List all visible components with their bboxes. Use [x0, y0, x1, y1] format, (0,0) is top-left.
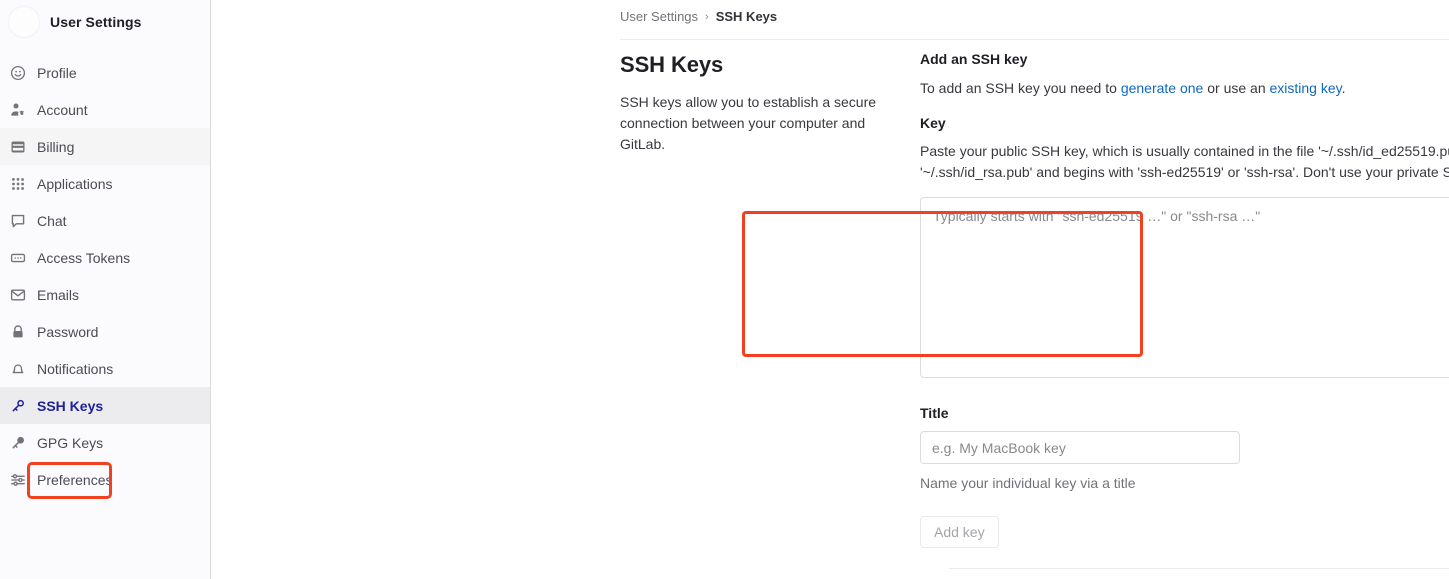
settings-sidebar: User Settings Profile Account Billing Ap… [0, 0, 211, 579]
sidebar-item-preferences[interactable]: Preferences [0, 461, 210, 498]
sidebar-item-access-tokens[interactable]: Access Tokens [0, 239, 210, 276]
chevron-right-icon: › [705, 10, 709, 23]
breadcrumb: User Settings › SSH Keys [620, 9, 777, 24]
key-title-input[interactable] [920, 431, 1240, 464]
add-key-intro-middle: or use an [1203, 80, 1270, 96]
add-key-section-title: Add an SSH key [920, 51, 1028, 67]
sidebar-item-label: Access Tokens [37, 249, 131, 266]
emails-icon [10, 287, 26, 303]
settings-nav: Profile Account Billing Applications Cha… [0, 54, 210, 498]
key-field-help: Paste your public SSH key, which is usua… [920, 143, 1449, 180]
sidebar-title: User Settings [50, 14, 142, 30]
billing-icon [10, 139, 26, 155]
sidebar-item-label: Chat [37, 212, 67, 229]
sidebar-item-billing[interactable]: Billing [0, 128, 210, 165]
sidebar-item-label: SSH Keys [37, 397, 104, 414]
sidebar-item-password[interactable]: Password [0, 313, 210, 350]
sidebar-item-profile[interactable]: Profile [0, 54, 210, 91]
header-divider [620, 39, 1449, 40]
ssh-keys-icon [10, 398, 26, 414]
sidebar-item-label: Notifications [37, 360, 114, 377]
applications-icon [10, 176, 26, 192]
add-key-intro: To add an SSH key you need to generate o… [920, 78, 1449, 99]
sidebar-item-applications[interactable]: Applications [0, 165, 210, 202]
main-content: User Settings › SSH Keys SSH Keys SSH ke… [211, 0, 1449, 579]
password-icon [10, 324, 26, 340]
sidebar-item-label: Emails [37, 286, 80, 303]
account-icon [10, 102, 26, 118]
chat-icon [10, 213, 26, 229]
sidebar-item-label: Applications [37, 175, 113, 192]
page-title: SSH Keys [620, 52, 724, 77]
breadcrumb-parent[interactable]: User Settings [620, 9, 698, 24]
preferences-icon [10, 472, 26, 488]
gpg-keys-icon [10, 435, 26, 451]
generate-one-link[interactable]: generate one [1121, 80, 1204, 96]
existing-key-link[interactable]: existing key [1270, 80, 1342, 96]
profile-icon [10, 65, 26, 81]
user-settings-page: User Settings Profile Account Billing Ap… [0, 0, 1449, 579]
sidebar-item-label: Billing [37, 138, 75, 155]
access-tokens-icon [10, 250, 26, 266]
ssh-key-textarea[interactable] [920, 197, 1449, 378]
title-field-hint: Name your individual key via a title [920, 475, 1136, 491]
page-description: SSH keys allow you to establish a secure… [620, 94, 877, 153]
sidebar-header[interactable]: User Settings [0, 0, 210, 46]
sidebar-item-label: Preferences [37, 471, 113, 488]
section-divider [949, 568, 1449, 569]
sidebar-item-label: Account [37, 101, 88, 118]
key-field-label: Key [920, 115, 946, 131]
sidebar-item-emails[interactable]: Emails [0, 276, 210, 313]
section-intro-column: SSH Keys SSH keys allow you to establish… [620, 52, 920, 548]
add-key-form-column: Add an SSH key To add an SSH key you nee… [920, 52, 1449, 548]
sidebar-item-label: Profile [37, 64, 77, 81]
notifications-icon [10, 361, 26, 377]
sidebar-item-label: Password [37, 323, 99, 340]
settings-content: SSH Keys SSH keys allow you to establish… [620, 52, 1449, 548]
sidebar-item-account[interactable]: Account [0, 91, 210, 128]
add-key-intro-prefix: To add an SSH key you need to [920, 80, 1121, 96]
title-field-label: Title [920, 405, 949, 421]
sidebar-item-notifications[interactable]: Notifications [0, 350, 210, 387]
sidebar-item-ssh-keys[interactable]: SSH Keys [0, 387, 210, 424]
breadcrumb-current: SSH Keys [715, 9, 778, 24]
sidebar-item-gpg-keys[interactable]: GPG Keys [0, 424, 210, 461]
avatar [8, 6, 40, 38]
add-key-button[interactable]: Add key [920, 515, 999, 548]
sidebar-item-label: GPG Keys [37, 434, 104, 451]
sidebar-item-chat[interactable]: Chat [0, 202, 210, 239]
add-key-intro-suffix: . [1341, 80, 1346, 96]
